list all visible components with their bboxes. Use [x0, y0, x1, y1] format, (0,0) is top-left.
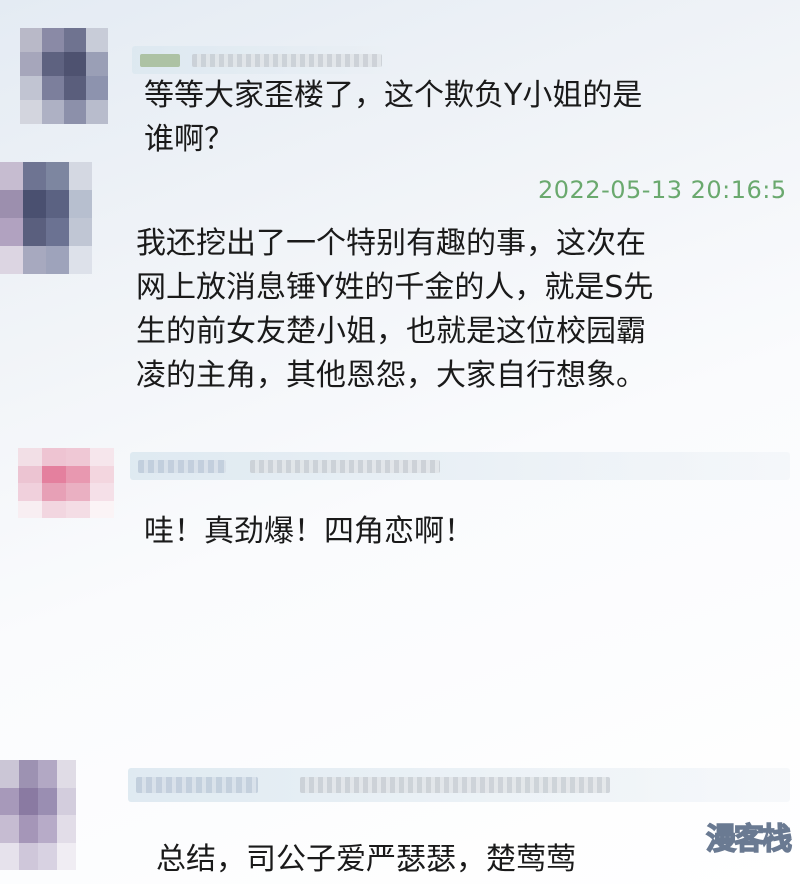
- avatar[interactable]: [0, 162, 92, 274]
- comment-text: 哇！真劲爆！四角恋啊！: [144, 514, 474, 549]
- comment-meta: [128, 768, 790, 802]
- avatar[interactable]: [18, 448, 114, 518]
- username-blurred[interactable]: [138, 460, 226, 473]
- timestamp-blurred: [300, 777, 610, 793]
- comment-text: 我还挖出了一个特别有趣的事，这次在 网上放消息锤Y姓的千金的人，就是S先 生的前…: [136, 226, 654, 393]
- avatar[interactable]: [20, 28, 108, 124]
- watermark-logo: 漫客栈: [705, 821, 793, 858]
- comment-meta: [132, 46, 392, 74]
- avatar[interactable]: [0, 760, 76, 870]
- comment-timestamp: 2022-05-13 20:16:5: [538, 176, 787, 204]
- username-blurred[interactable]: [140, 54, 180, 67]
- timestamp-blurred: [250, 460, 440, 473]
- comment-meta: [130, 452, 790, 480]
- timestamp-blurred: [192, 54, 382, 67]
- comment-text: 总结，司公子爱严瑟瑟，楚莺莺: [156, 842, 576, 877]
- username-blurred[interactable]: [136, 777, 258, 793]
- comment-text: 等等大家歪楼了，这个欺负Y小姐的是 谁啊？: [144, 78, 643, 157]
